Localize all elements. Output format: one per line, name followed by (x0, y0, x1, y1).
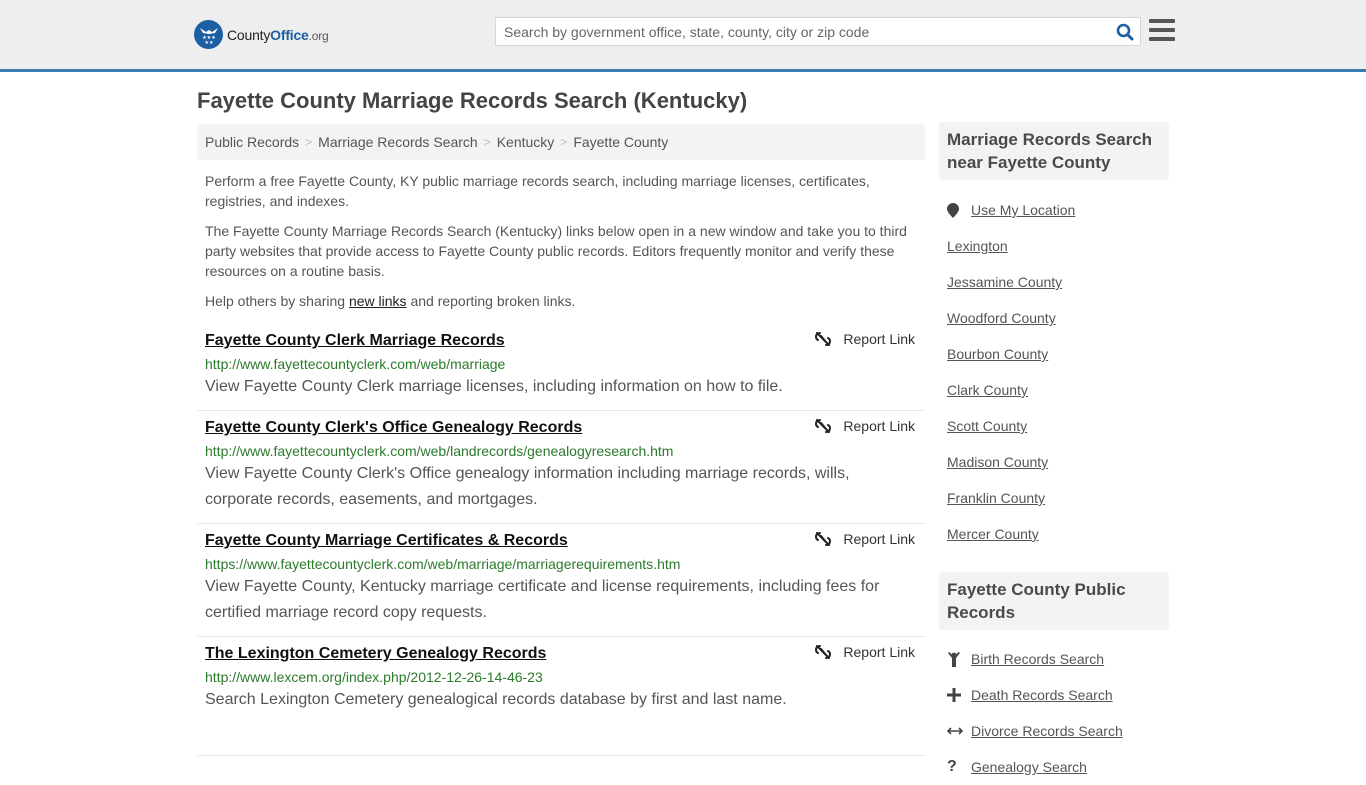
page-title: Fayette County Marriage Records Search (… (197, 88, 748, 113)
result-title-link[interactable]: Fayette County Marriage Certificates & R… (205, 530, 568, 552)
search-bar (495, 17, 1141, 46)
nearby-item: Franklin County (947, 480, 1167, 516)
site-header: ★★★ ★★ CountyOffice.org (0, 0, 1366, 72)
result-item: Fayette County Marriage Certificates & R… (197, 524, 925, 637)
child-icon (947, 651, 965, 667)
report-link-button[interactable]: Report Link (815, 331, 915, 347)
plus-icon (947, 688, 965, 702)
breadcrumb: Public Records > Marriage Records Search… (197, 124, 925, 160)
breadcrumb-separator: > (560, 135, 568, 149)
arrows-horizontal-icon (947, 726, 965, 736)
nearby-link-woodford[interactable]: Woodford County (947, 310, 1056, 326)
breadcrumb-marriage-records-search[interactable]: Marriage Records Search (318, 134, 478, 150)
breadcrumb-public-records[interactable]: Public Records (205, 134, 299, 150)
search-input[interactable] (496, 18, 1110, 45)
map-marker-icon (947, 202, 965, 218)
nearby-item: Woodford County (947, 300, 1167, 336)
nearby-heading: Marriage Records Search near Fayette Cou… (939, 122, 1169, 180)
nearby-item: Lexington (947, 228, 1167, 264)
svg-text:★★: ★★ (204, 40, 213, 45)
result-description: View Fayette County Clerk's Office genea… (205, 465, 850, 508)
nearby-link-lexington[interactable]: Lexington (947, 238, 1008, 254)
broken-link-icon (815, 419, 832, 433)
broken-link-icon (815, 645, 832, 659)
nearby-link-clark[interactable]: Clark County (947, 382, 1028, 398)
nearby-item: Madison County (947, 444, 1167, 480)
genealogy-search-link[interactable]: Genealogy Search (971, 759, 1087, 775)
results-list: Fayette County Clerk Marriage Records ht… (197, 324, 925, 756)
search-button[interactable] (1110, 18, 1140, 45)
intro-paragraph: The Fayette County Marriage Records Sear… (205, 223, 907, 279)
death-records-link[interactable]: Death Records Search (971, 687, 1113, 703)
result-url: http://www.lexcem.org/index.php/2012-12-… (205, 669, 543, 685)
result-url: http://www.fayettecountyclerk.com/web/ma… (205, 356, 506, 372)
nearby-link-jessamine[interactable]: Jessamine County (947, 274, 1062, 290)
share-paragraph: Help others by sharing new links and rep… (205, 293, 576, 309)
logo-text: CountyOffice.org (227, 26, 329, 43)
public-records-heading: Fayette County Public Records (939, 572, 1169, 630)
public-records-item: ? Genealogy Search (947, 749, 1167, 785)
nearby-link-bourbon[interactable]: Bourbon County (947, 346, 1048, 362)
nearby-link-franklin[interactable]: Franklin County (947, 490, 1045, 506)
intro-text: Perform a free Fayette County, KY public… (205, 171, 910, 321)
intro-paragraph: Perform a free Fayette County, KY public… (205, 173, 870, 209)
search-icon (1116, 23, 1134, 40)
nearby-link-mercer[interactable]: Mercer County (947, 526, 1039, 542)
nearby-list: Use My Location Lexington Jessamine Coun… (947, 192, 1167, 552)
new-links-link[interactable]: new links (349, 293, 407, 309)
nearby-item: Scott County (947, 408, 1167, 444)
result-url: http://www.fayettecountyclerk.com/web/la… (205, 443, 674, 459)
birth-records-link[interactable]: Birth Records Search (971, 651, 1104, 667)
report-link-button[interactable]: Report Link (815, 418, 915, 434)
result-description: Search Lexington Cemetery genealogical r… (205, 691, 787, 708)
result-description: View Fayette County, Kentucky marriage c… (205, 578, 880, 621)
question-icon: ? (947, 758, 957, 775)
result-item: Fayette County Clerk Marriage Records ht… (197, 324, 925, 411)
result-description: View Fayette County Clerk marriage licen… (205, 378, 783, 395)
use-my-location-link[interactable]: Use My Location (971, 202, 1075, 218)
nearby-item: Clark County (947, 372, 1167, 408)
divorce-records-link[interactable]: Divorce Records Search (971, 723, 1123, 739)
result-item: Fayette County Clerk's Office Genealogy … (197, 411, 925, 524)
result-item: The Lexington Cemetery Genealogy Records… (197, 637, 925, 756)
breadcrumb-kentucky[interactable]: Kentucky (497, 134, 555, 150)
breadcrumb-separator: > (305, 135, 313, 149)
public-records-list: Birth Records Search Death Records Searc… (947, 641, 1167, 785)
public-records-item: Death Records Search (947, 677, 1167, 713)
nearby-item: Bourbon County (947, 336, 1167, 372)
broken-link-icon (815, 332, 832, 346)
broken-link-icon (815, 532, 832, 546)
breadcrumb-separator: > (483, 135, 491, 149)
report-link-button[interactable]: Report Link (815, 644, 915, 660)
result-url: https://www.fayettecountyclerk.com/web/m… (205, 556, 681, 572)
nearby-link-scott[interactable]: Scott County (947, 418, 1027, 434)
use-location-item: Use My Location (947, 192, 1167, 228)
result-title-link[interactable]: Fayette County Clerk's Office Genealogy … (205, 417, 582, 439)
result-title-link[interactable]: Fayette County Clerk Marriage Records (205, 330, 505, 352)
result-title-link[interactable]: The Lexington Cemetery Genealogy Records (205, 643, 546, 665)
public-records-item: Divorce Records Search (947, 713, 1167, 749)
site-logo[interactable]: ★★★ ★★ CountyOffice.org (194, 20, 329, 49)
nearby-item: Mercer County (947, 516, 1167, 552)
nearby-link-madison[interactable]: Madison County (947, 454, 1048, 470)
nearby-item: Jessamine County (947, 264, 1167, 300)
eagle-stars-icon: ★★★ ★★ (194, 20, 223, 49)
report-link-button[interactable]: Report Link (815, 531, 915, 547)
breadcrumb-fayette-county[interactable]: Fayette County (573, 134, 668, 150)
public-records-item: Birth Records Search (947, 641, 1167, 677)
hamburger-menu-icon[interactable] (1149, 19, 1175, 43)
